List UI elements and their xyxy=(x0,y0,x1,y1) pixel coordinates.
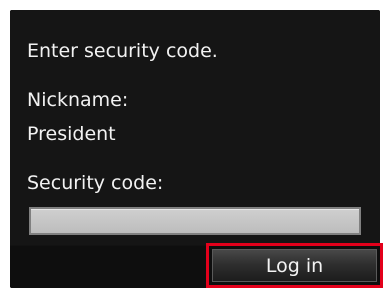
security-code-field[interactable] xyxy=(29,207,361,235)
login-panel: Enter security code. Nickname: President… xyxy=(10,10,380,245)
login-button-highlight: Log in xyxy=(206,243,383,288)
nickname-value: President xyxy=(27,123,116,145)
instruction-text: Enter security code. xyxy=(27,40,218,62)
login-button[interactable]: Log in xyxy=(212,249,377,282)
nickname-label: Nickname: xyxy=(27,89,129,111)
security-code-label: Security code: xyxy=(27,172,164,194)
